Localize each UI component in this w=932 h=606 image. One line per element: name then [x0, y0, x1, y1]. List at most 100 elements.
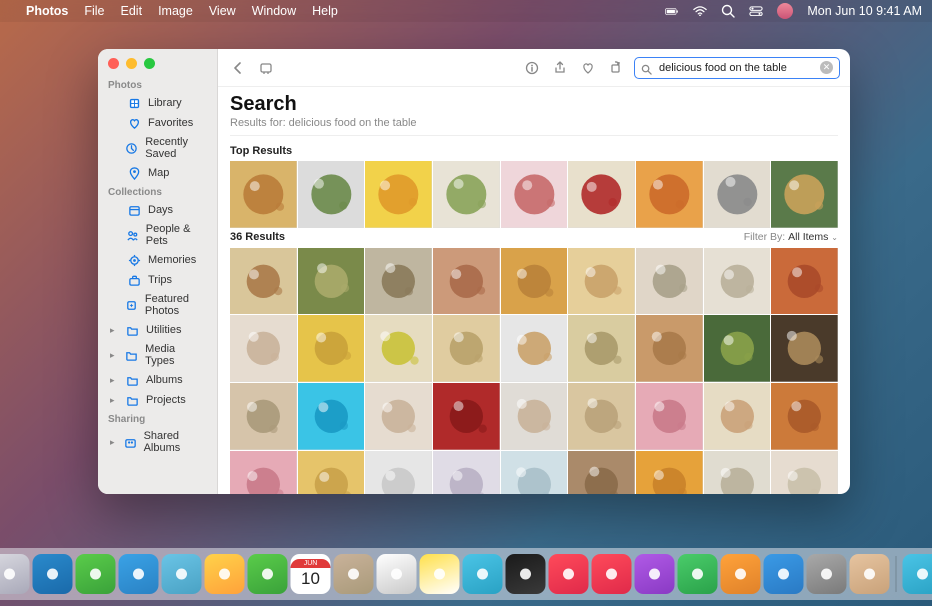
- photo-thumbnail[interactable]: [704, 383, 771, 450]
- photo-thumbnail[interactable]: [568, 383, 635, 450]
- rotate-button[interactable]: [606, 58, 626, 78]
- menu-image[interactable]: Image: [158, 4, 193, 18]
- dock-app-contacts[interactable]: [334, 554, 374, 594]
- sidebar-item-days[interactable]: Days: [102, 200, 213, 220]
- photo-thumbnail[interactable]: [501, 451, 568, 494]
- dock-app-podcasts[interactable]: [635, 554, 675, 594]
- dock-app-pages[interactable]: [721, 554, 761, 594]
- dock-app-news[interactable]: [592, 554, 632, 594]
- clear-search-button[interactable]: ✕: [820, 61, 833, 74]
- sidebar-item-map[interactable]: Map: [102, 163, 213, 183]
- sidebar-item-utilities[interactable]: ▸Utilities: [102, 320, 213, 340]
- photo-thumbnail[interactable]: [230, 315, 297, 382]
- sidebar-item-albums[interactable]: ▸Albums: [102, 370, 213, 390]
- search-input[interactable]: [659, 62, 814, 74]
- photo-thumbnail[interactable]: [636, 248, 703, 315]
- dock-app-calendar[interactable]: JUN10: [291, 554, 331, 594]
- photo-thumbnail[interactable]: [636, 315, 703, 382]
- dock-app-music[interactable]: [549, 554, 589, 594]
- photo-thumbnail[interactable]: [365, 451, 432, 494]
- back-button[interactable]: [228, 58, 248, 78]
- dock-app-appstore[interactable]: [764, 554, 804, 594]
- photo-thumbnail[interactable]: [568, 315, 635, 382]
- photo-thumbnail[interactable]: [501, 161, 568, 228]
- photo-thumbnail[interactable]: [704, 451, 771, 494]
- control-center-icon[interactable]: [749, 4, 763, 18]
- sidebar-item-featured-photos[interactable]: Featured Photos: [102, 290, 213, 320]
- photo-thumbnail[interactable]: [501, 383, 568, 450]
- sidebar-item-trips[interactable]: Trips: [102, 270, 213, 290]
- menu-window[interactable]: Window: [252, 4, 296, 18]
- photo-thumbnail[interactable]: [365, 161, 432, 228]
- dock-app-settings[interactable]: [807, 554, 847, 594]
- dock-app-maps[interactable]: [162, 554, 202, 594]
- sidebar-item-people-pets[interactable]: People & Pets: [102, 220, 213, 250]
- photo-thumbnail[interactable]: [636, 161, 703, 228]
- battery-icon[interactable]: [665, 4, 679, 18]
- menu-view[interactable]: View: [209, 4, 236, 18]
- photo-thumbnail[interactable]: [771, 161, 838, 228]
- menu-edit[interactable]: Edit: [121, 4, 143, 18]
- photo-thumbnail[interactable]: [230, 161, 297, 228]
- sidebar-item-library[interactable]: Library: [102, 93, 213, 113]
- photo-thumbnail[interactable]: [298, 161, 365, 228]
- dock-app-launchpad[interactable]: [0, 554, 30, 594]
- photo-thumbnail[interactable]: [704, 161, 771, 228]
- dock-app-mail[interactable]: [119, 554, 159, 594]
- photo-thumbnail[interactable]: [365, 315, 432, 382]
- app-menu[interactable]: Photos: [26, 4, 68, 18]
- wifi-icon[interactable]: [693, 4, 707, 18]
- photo-thumbnail[interactable]: [771, 315, 838, 382]
- close-button[interactable]: [108, 58, 119, 69]
- clock[interactable]: Mon Jun 10 9:41 AM: [807, 4, 922, 18]
- dock-app-photos[interactable]: [205, 554, 245, 594]
- photo-thumbnail[interactable]: [298, 315, 365, 382]
- dock-app-numbers[interactable]: [678, 554, 718, 594]
- photo-thumbnail[interactable]: [771, 383, 838, 450]
- photo-thumbnail[interactable]: [433, 248, 500, 315]
- photo-thumbnail[interactable]: [568, 161, 635, 228]
- photo-thumbnail[interactable]: [365, 383, 432, 450]
- maximize-button[interactable]: [144, 58, 155, 69]
- photo-thumbnail[interactable]: [501, 248, 568, 315]
- share-button[interactable]: [550, 58, 570, 78]
- photo-thumbnail[interactable]: [230, 383, 297, 450]
- sidebar-item-shared-albums[interactable]: ▸Shared Albums: [102, 427, 213, 457]
- minimize-button[interactable]: [126, 58, 137, 69]
- photo-thumbnail[interactable]: [365, 248, 432, 315]
- photo-thumbnail[interactable]: [704, 248, 771, 315]
- photo-thumbnail[interactable]: [433, 315, 500, 382]
- dock-app-messages[interactable]: [76, 554, 116, 594]
- photo-thumbnail[interactable]: [568, 451, 635, 494]
- photo-thumbnail[interactable]: [636, 451, 703, 494]
- photo-thumbnail[interactable]: [298, 248, 365, 315]
- dock-app-downloads[interactable]: [903, 554, 932, 594]
- spotlight-icon[interactable]: [721, 4, 735, 18]
- sidebar-item-recently-saved[interactable]: Recently Saved: [102, 133, 213, 163]
- sidebar-item-memories[interactable]: Memories: [102, 250, 213, 270]
- view-mode-button[interactable]: [256, 58, 276, 78]
- photo-thumbnail[interactable]: [298, 383, 365, 450]
- photo-thumbnail[interactable]: [298, 451, 365, 494]
- photo-thumbnail[interactable]: [433, 161, 500, 228]
- dock-app-notes[interactable]: [420, 554, 460, 594]
- photo-thumbnail[interactable]: [704, 315, 771, 382]
- photo-thumbnail[interactable]: [230, 451, 297, 494]
- filter-dropdown[interactable]: Filter By: All Items ⌄: [744, 231, 838, 243]
- photo-thumbnail[interactable]: [568, 248, 635, 315]
- menu-file[interactable]: File: [84, 4, 104, 18]
- photo-thumbnail[interactable]: [230, 248, 297, 315]
- photo-thumbnail[interactable]: [433, 451, 500, 494]
- dock-app-tv[interactable]: [506, 554, 546, 594]
- sidebar-item-favorites[interactable]: Favorites: [102, 113, 213, 133]
- search-field[interactable]: ✕: [634, 57, 840, 79]
- photo-thumbnail[interactable]: [636, 383, 703, 450]
- photo-thumbnail[interactable]: [501, 315, 568, 382]
- info-button[interactable]: [522, 58, 542, 78]
- dock-app-safari[interactable]: [33, 554, 73, 594]
- dock-app-iphone[interactable]: [850, 554, 890, 594]
- dock-app-reminders[interactable]: [377, 554, 417, 594]
- photo-thumbnail[interactable]: [771, 248, 838, 315]
- dock-app-facetime[interactable]: [248, 554, 288, 594]
- photo-thumbnail[interactable]: [771, 451, 838, 494]
